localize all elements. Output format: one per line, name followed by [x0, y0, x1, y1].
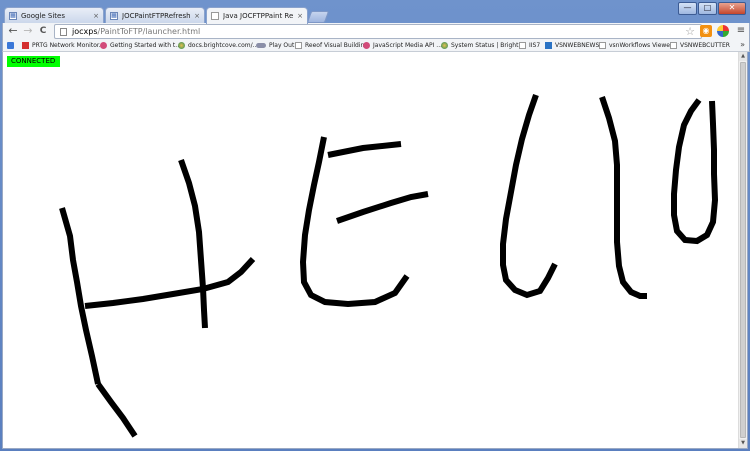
forward-button[interactable]: →: [21, 24, 35, 38]
scroll-down-button[interactable]: ▼: [739, 439, 747, 448]
tab-close-icon[interactable]: ×: [93, 12, 99, 20]
tab-label: JOCPaintFTPRefresh java sc: [122, 11, 191, 20]
url-path: /PaintToFTP/launcher.html: [97, 27, 201, 36]
status-badge: CONNECTED: [7, 56, 60, 67]
scroll-up-button[interactable]: ▲: [739, 52, 747, 61]
address-bar[interactable]: jocxps/PaintToFTP/launcher.html ☆: [54, 24, 702, 39]
url-host: jocxps: [72, 27, 98, 36]
bookmark-apps[interactable]: [7, 39, 17, 51]
bookmark-vsnwebcutter[interactable]: VSNWEBCUTTER: [670, 39, 730, 51]
menu-icon[interactable]: ≡: [735, 25, 747, 37]
bookmark-prtg[interactable]: PRTG Network Monitor...: [22, 39, 105, 51]
stroke-o: [671, 98, 719, 245]
stroke-h-crossbar: [84, 256, 256, 309]
blue-icon: [545, 41, 552, 49]
bookmark-label: VSNWEBNEWS: [555, 41, 600, 49]
bookmark-label: PRTG Network Monitor...: [32, 41, 105, 49]
new-tab-button[interactable]: [306, 11, 330, 23]
globe-icon: [441, 41, 448, 49]
bookmark-brightcove-docs[interactable]: docs.brightcove.com/...: [178, 39, 258, 51]
stroke-e-spine: [299, 136, 410, 308]
tab-jocpaintftprefresh[interactable]: ▦ JOCPaintFTPRefresh java sc ×: [105, 7, 205, 23]
color-picker-icon[interactable]: [717, 25, 729, 37]
rss-icon[interactable]: ◉: [700, 25, 712, 37]
bookmark-label: docs.brightcove.com/...: [188, 41, 259, 49]
document-icon: [519, 41, 526, 49]
stroke-h-right: [178, 159, 208, 329]
tab-strip: ▦ Google Sites × ▦ JOCPaintFTPRefresh ja…: [4, 7, 744, 24]
browser-window: — □ ✕ ▦ Google Sites × ▦ JOCPaintFTPRefr…: [0, 0, 750, 451]
bookmark-label: vsnWorkflows Viewer: [609, 41, 673, 49]
circle-icon: [100, 41, 107, 49]
tab-label: Java JOCFTPPaint Refresh l: [223, 12, 294, 20]
vertical-scrollbar[interactable]: ▲ ▼: [738, 52, 747, 448]
tab-google-sites[interactable]: ▦ Google Sites ×: [4, 7, 104, 23]
globe-icon: [178, 41, 185, 49]
tab-java-jocftppaint[interactable]: Java JOCFTPPaint Refresh l ×: [206, 7, 308, 24]
bookmark-iis7[interactable]: IIS7: [519, 39, 540, 51]
stroke-l2: [599, 96, 647, 299]
apps-icon: [7, 41, 14, 49]
scroll-thumb[interactable]: [740, 62, 746, 438]
bookmark-vsnwebnews[interactable]: VSNWEBNEWS: [545, 39, 599, 51]
tab-label: Google Sites: [21, 11, 65, 20]
document-icon: [599, 41, 606, 49]
bookmark-play-out[interactable]: Play Out: [256, 39, 294, 51]
paint-canvas[interactable]: [3, 52, 738, 448]
stroke-l1: [500, 94, 558, 299]
reload-button[interactable]: C: [36, 24, 50, 38]
tab-close-icon[interactable]: ×: [297, 12, 303, 20]
bookmarks-overflow-button[interactable]: »: [740, 39, 745, 51]
bookmark-getting-started[interactable]: Getting Started with t...: [100, 39, 181, 51]
tab-close-icon[interactable]: ×: [194, 12, 200, 20]
page-viewport: CONNECTED ▲ ▼: [2, 52, 748, 449]
stroke-h-tail: [95, 382, 138, 438]
stroke-h-left: [59, 207, 101, 385]
stroke-e-middle: [336, 191, 429, 224]
bookmark-javascript-media-api[interactable]: JavaScript Media API ...: [363, 39, 442, 51]
google-sites-icon: ▦: [9, 11, 17, 20]
bookmark-label: System Status | Bright...: [451, 41, 525, 49]
stroke-e-top: [327, 141, 402, 158]
document-icon: [211, 12, 219, 20]
star-icon[interactable]: ☆: [685, 25, 695, 38]
document-icon: [295, 41, 302, 49]
browser-toolbar: ← → C jocxps/PaintToFTP/launcher.html ☆ …: [2, 23, 750, 39]
page-icon: ▦: [110, 11, 118, 20]
bookmark-reeof[interactable]: Reeof Visual Building: [295, 39, 368, 51]
bookmark-label: VSNWEBCUTTER: [680, 41, 730, 49]
document-icon: [670, 41, 677, 49]
bookmark-label: IIS7: [529, 41, 541, 49]
back-button[interactable]: ←: [6, 24, 20, 38]
bookmark-label: Getting Started with t...: [110, 41, 182, 49]
bookmark-vsnworkflows[interactable]: vsnWorkflows Viewer: [599, 39, 672, 51]
bookmark-system-status[interactable]: System Status | Bright...: [441, 39, 524, 51]
bookmarks-bar: PRTG Network Monitor... Getting Started …: [2, 39, 750, 52]
page-icon: [60, 27, 67, 36]
circle-icon: [363, 41, 370, 49]
bookmark-label: Play Out: [269, 41, 295, 49]
bookmark-label: Reeof Visual Building: [305, 41, 369, 49]
play-icon: [256, 42, 266, 48]
prtg-icon: [22, 41, 29, 49]
bookmark-label: JavaScript Media API ...: [373, 41, 443, 49]
